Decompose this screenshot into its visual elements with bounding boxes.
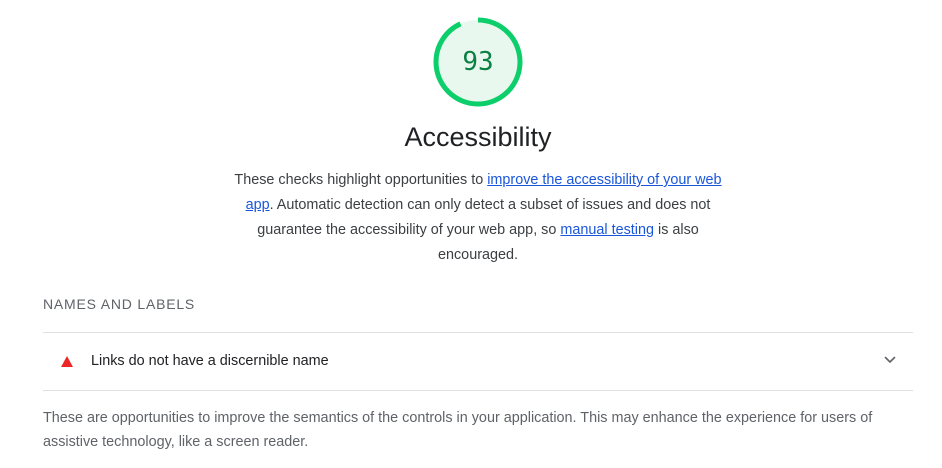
chevron-down-icon[interactable]: [883, 353, 897, 367]
group-heading: NAMES AND LABELS: [43, 296, 196, 312]
fail-triangle-icon: [61, 356, 73, 367]
category-description: These checks highlight opportunities to …: [221, 168, 735, 268]
audit-row-link-name[interactable]: Links do not have a discernible name: [43, 333, 913, 390]
divider: [43, 390, 913, 391]
manual-testing-link[interactable]: manual testing: [560, 222, 654, 238]
group-description: These are opportunities to improve the s…: [43, 410, 873, 450]
score-gauge: 93: [432, 16, 524, 108]
score-value: 93: [462, 47, 494, 77]
audit-title: Links do not have a discernible name: [91, 353, 329, 369]
description-text: These checks highlight opportunities to: [234, 172, 488, 188]
category-title: Accessibility: [404, 122, 552, 152]
